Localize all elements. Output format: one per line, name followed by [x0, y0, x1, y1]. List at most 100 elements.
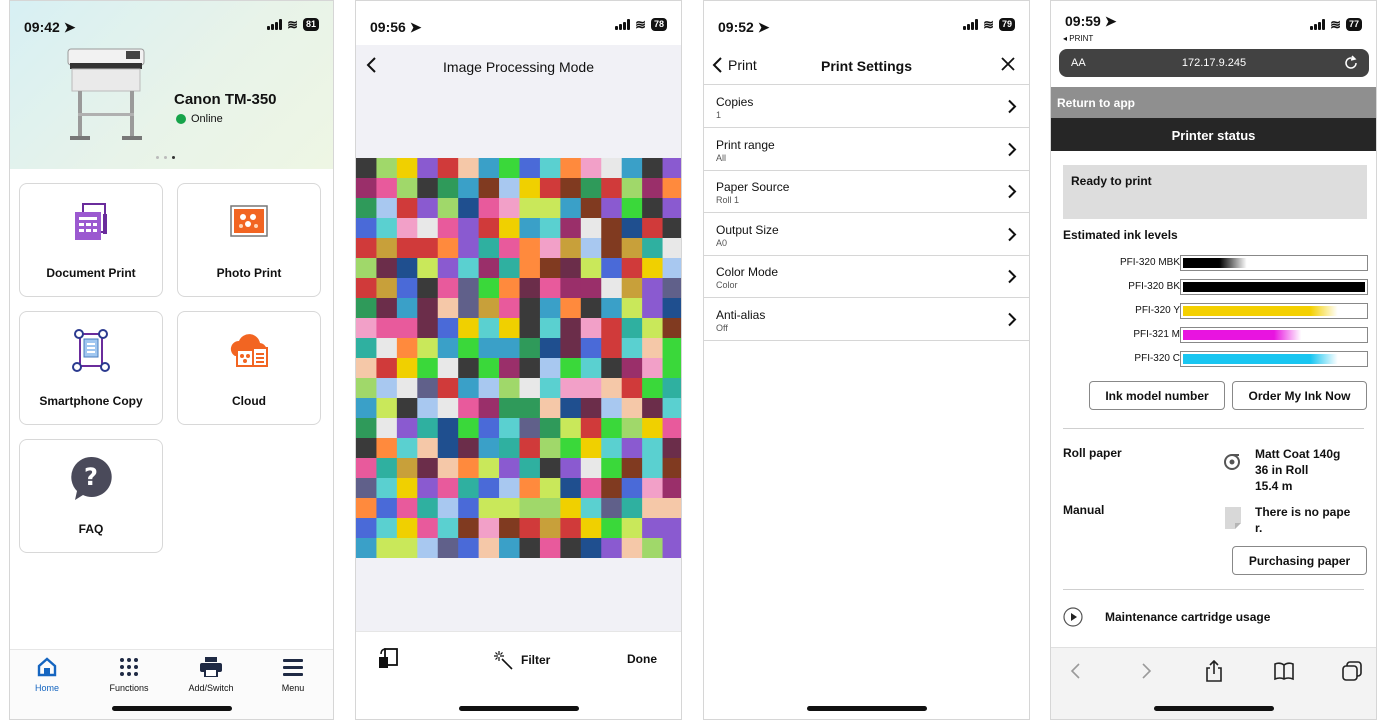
- color-patch: [356, 438, 377, 459]
- color-patch: [621, 518, 643, 539]
- done-button[interactable]: Done: [627, 652, 657, 666]
- tab-label: Menu: [281, 683, 305, 693]
- color-patch: [601, 538, 623, 558]
- color-patch: [560, 338, 582, 359]
- color-patch: [662, 518, 681, 539]
- rotate-icon[interactable]: [376, 646, 400, 670]
- reload-icon[interactable]: [1343, 54, 1359, 72]
- page-title: Image Processing Mode: [443, 59, 594, 75]
- color-patch: [539, 338, 561, 359]
- printer-status-screen: 09:59 ➤ ≋ 77 ◂ PRINT AA 172.17.9.245 Ret…: [1050, 0, 1377, 720]
- color-patch: [376, 498, 398, 519]
- url-bar[interactable]: AA 172.17.9.245: [1059, 49, 1369, 77]
- cloud-tile[interactable]: Cloud: [177, 311, 321, 425]
- color-patch: [396, 398, 418, 419]
- color-patch: [396, 378, 418, 399]
- color-patch: [499, 198, 520, 219]
- maintenance-cartridge-row[interactable]: Maintenance cartridge usage: [1063, 607, 1270, 627]
- document-print-tile[interactable]: Document Print: [19, 183, 163, 297]
- color-patch: [642, 398, 663, 419]
- status-icons: ≋ 78: [615, 18, 667, 31]
- color-patch: [560, 298, 582, 319]
- status-icons: ≋ 77: [1310, 18, 1362, 31]
- page-title: Print Settings: [820, 58, 912, 74]
- image-preview[interactable]: [356, 158, 681, 558]
- color-patch: [580, 498, 602, 519]
- color-patch: [417, 258, 439, 279]
- color-patch: [478, 518, 500, 539]
- color-patch: [560, 478, 582, 499]
- color-patch: [437, 338, 459, 359]
- filter-button[interactable]: Filter: [493, 650, 550, 670]
- back-to-app-link[interactable]: ◂ PRINT: [1063, 34, 1093, 43]
- setting-row[interactable]: Print range All: [704, 128, 1029, 171]
- home-indicator[interactable]: [111, 706, 232, 711]
- browser-forward-icon[interactable]: [1135, 660, 1157, 682]
- browser-back-icon[interactable]: [1065, 660, 1087, 682]
- setting-value: All: [716, 152, 727, 163]
- color-patch: [376, 458, 398, 479]
- wifi-icon: ≋: [635, 16, 646, 32]
- color-patch: [662, 258, 681, 279]
- tab-home[interactable]: Home: [12, 656, 82, 693]
- tab-functions[interactable]: Functions: [94, 656, 164, 693]
- ink-level-fill: [1183, 306, 1365, 316]
- color-patch: [417, 518, 439, 539]
- smartphone-copy-tile[interactable]: Smartphone Copy: [19, 311, 163, 425]
- color-patch: [376, 198, 398, 219]
- url-text: 172.17.9.245: [1181, 57, 1247, 69]
- color-patch: [478, 498, 500, 519]
- color-patch: [519, 178, 541, 199]
- setting-row[interactable]: Color Mode Color: [704, 255, 1029, 298]
- setting-label: Output Size: [716, 222, 779, 237]
- setting-row[interactable]: Anti-alias Off: [704, 298, 1029, 341]
- color-patch: [539, 538, 561, 558]
- setting-row[interactable]: Copies 1: [704, 85, 1029, 128]
- color-patch: [356, 498, 377, 519]
- ink-model-number-button[interactable]: Ink model number: [1089, 381, 1225, 410]
- photo-print-tile[interactable]: Photo Print: [177, 183, 321, 297]
- setting-label: Color Mode: [716, 265, 779, 279]
- tab-menu[interactable]: Menu: [258, 656, 328, 693]
- color-patch: [417, 438, 439, 459]
- color-patch: [376, 158, 398, 179]
- tabs-icon[interactable]: [1341, 660, 1363, 682]
- faq-tile[interactable]: ? FAQ: [19, 439, 163, 553]
- color-patch: [437, 418, 459, 439]
- tab-add-switch[interactable]: Add/Switch: [176, 656, 246, 693]
- color-patch: [417, 358, 439, 379]
- color-patch: [539, 198, 561, 219]
- color-patch: [417, 498, 439, 519]
- color-patch: [376, 398, 398, 419]
- return-to-app-link[interactable]: Return to app: [1051, 87, 1376, 118]
- ink-level-bar: [1180, 327, 1368, 343]
- color-patch: [519, 238, 541, 259]
- home-indicator[interactable]: [806, 706, 927, 711]
- tab-label: Add/Switch: [188, 683, 234, 693]
- home-indicator[interactable]: [458, 706, 579, 711]
- close-icon[interactable]: [999, 55, 1017, 73]
- color-patch: [396, 478, 418, 499]
- color-patch: [376, 338, 398, 359]
- color-patch: [376, 258, 398, 279]
- setting-row[interactable]: Output Size A0: [704, 213, 1029, 256]
- bookmarks-icon[interactable]: [1273, 660, 1295, 682]
- color-patch: [539, 438, 561, 459]
- color-patch: [560, 238, 582, 259]
- color-patch: [356, 418, 377, 439]
- color-patch: [580, 478, 602, 499]
- color-patch: [621, 378, 643, 399]
- order-ink-button[interactable]: Order My Ink Now: [1232, 381, 1367, 410]
- color-patch: [601, 238, 623, 259]
- share-icon[interactable]: [1203, 660, 1225, 682]
- setting-row[interactable]: Paper Source Roll 1: [704, 170, 1029, 213]
- color-patch: [621, 238, 643, 259]
- wifi-icon: ≋: [983, 16, 994, 32]
- printer-status: Online: [176, 113, 223, 125]
- color-patch: [396, 258, 418, 279]
- purchasing-paper-button[interactable]: Purchasing paper: [1232, 546, 1367, 575]
- color-patch: [396, 298, 418, 319]
- page-indicator[interactable]: [156, 156, 175, 159]
- color-patch: [642, 418, 663, 439]
- home-indicator[interactable]: [1153, 706, 1274, 711]
